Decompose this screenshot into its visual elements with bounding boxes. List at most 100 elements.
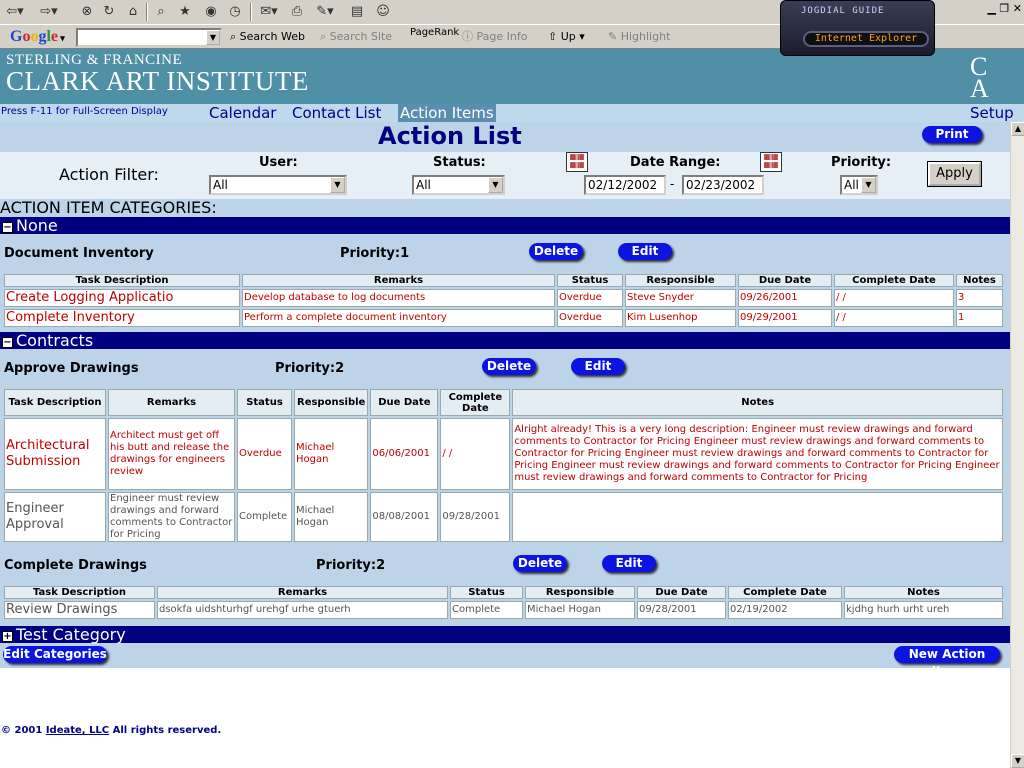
task-status: Complete: [237, 492, 292, 542]
table-row[interactable]: Complete Inventory Perform a complete do…: [4, 309, 1003, 327]
window-controls[interactable]: ▁ ❐ ✕: [987, 2, 1022, 15]
column-header: Status: [557, 274, 623, 287]
scroll-down-icon[interactable]: ▼: [1011, 754, 1024, 768]
apply-button[interactable]: Apply: [927, 161, 982, 187]
category-bar-none[interactable]: − None: [0, 217, 1010, 234]
google-search-input[interactable]: ▼: [76, 28, 222, 47]
group-name: Document Inventory: [4, 246, 154, 261]
print-icon[interactable]: ⎙: [288, 3, 306, 21]
search-web-button[interactable]: ⌕ Search Web: [230, 30, 305, 44]
task-description[interactable]: Complete Inventory: [4, 309, 240, 327]
task-remarks: Architect must get off his butt and rele…: [108, 418, 235, 490]
column-header: Remarks: [242, 274, 555, 287]
page-info-button[interactable]: ⓘ Page Info: [462, 30, 527, 44]
nav-calendar[interactable]: Calendar: [207, 104, 278, 122]
task-responsible: Michael Hogan: [525, 601, 635, 619]
nav-action-items[interactable]: Action Items: [398, 104, 496, 122]
company-link[interactable]: Ideate, LLC: [46, 725, 109, 736]
edit-categories-button[interactable]: Edit Categories: [3, 646, 107, 663]
task-complete-date: 02/19/2002: [728, 601, 842, 619]
category-bar-test[interactable]: + Test Category: [0, 626, 1010, 643]
priority-select[interactable]: All ▼: [840, 175, 878, 195]
category-bar-contracts[interactable]: − Contracts: [0, 332, 1010, 349]
calendar-from-icon[interactable]: ▦▦ ▦▦: [566, 152, 588, 172]
jogdial-value: Internet Explorer: [803, 31, 929, 47]
calendar-to-icon[interactable]: ▦▦ ▦▦: [760, 152, 782, 172]
table-row[interactable]: Architectural Submission Architect must …: [4, 418, 1003, 490]
jogdial-guide-widget[interactable]: JOGDIAL GUIDE Internet Explorer: [780, 0, 935, 56]
media-icon[interactable]: ◉: [202, 3, 220, 21]
user-label: User:: [259, 155, 298, 170]
collapse-icon[interactable]: −: [2, 337, 13, 348]
group-name: Approve Drawings: [4, 361, 139, 376]
page-title: Action List: [378, 122, 522, 150]
task-complete-date: / /: [834, 309, 954, 327]
delete-button[interactable]: Delete: [482, 358, 536, 375]
back-icon[interactable]: ⇦▾: [4, 3, 26, 21]
up-button[interactable]: ⇧ Up ▾: [548, 30, 585, 44]
chevron-down-icon[interactable]: ▼: [206, 30, 220, 45]
stop-icon[interactable]: ⊗: [78, 3, 96, 21]
column-header: Complete Date: [728, 586, 842, 599]
favorites-icon[interactable]: ★: [176, 3, 194, 21]
column-header: Responsible: [625, 274, 736, 287]
chevron-down-icon[interactable]: ▼: [861, 177, 876, 193]
column-header: Due Date: [738, 274, 832, 287]
task-description[interactable]: Architectural Submission: [4, 418, 106, 490]
new-action-item-button[interactable]: New Action Item: [894, 646, 1000, 678]
task-notes: 3: [956, 289, 1003, 307]
task-description[interactable]: Review Drawings: [4, 601, 155, 619]
forward-icon[interactable]: ⇨▾: [38, 3, 60, 21]
edit-button[interactable]: Edit: [571, 358, 625, 375]
task-table: Task Description Remarks Status Responsi…: [2, 387, 1005, 544]
history-icon[interactable]: ◷: [226, 3, 244, 21]
task-notes: [512, 492, 1003, 542]
nav-setup[interactable]: Setup: [968, 104, 1016, 122]
table-row[interactable]: Review Drawings dsokfa uidshturhgf urehg…: [4, 601, 1003, 619]
delete-button[interactable]: Delete: [529, 243, 583, 260]
priority-label: Priority:: [831, 155, 892, 170]
task-complete-date: / /: [440, 418, 511, 490]
nav-contact-list[interactable]: Contact List: [290, 104, 383, 122]
home-icon[interactable]: ⌂: [124, 3, 142, 21]
delete-button[interactable]: Delete: [513, 555, 567, 572]
user-select[interactable]: All ▼: [209, 175, 347, 195]
refresh-icon[interactable]: ↻: [100, 3, 118, 21]
jogdial-title: JOGDIAL GUIDE: [801, 6, 885, 16]
group-priority: Priority:1: [340, 246, 410, 261]
column-header: Complete Date: [440, 389, 511, 416]
collapse-icon[interactable]: −: [2, 222, 13, 233]
edit-icon[interactable]: ✎▾: [312, 3, 338, 21]
chevron-down-icon[interactable]: ▼: [330, 177, 345, 193]
task-description[interactable]: Engineer Approval: [4, 492, 106, 542]
task-notes: Alright already! This is a very long des…: [512, 418, 1003, 490]
task-status: Overdue: [557, 309, 623, 327]
task-description[interactable]: Create Logging Applicatio: [4, 289, 240, 307]
task-status: Overdue: [557, 289, 623, 307]
task-remarks: Engineer must review drawings and forwar…: [108, 492, 235, 542]
chevron-down-icon[interactable]: ▼: [488, 177, 503, 193]
scrollbar[interactable]: ▲ ▼: [1010, 122, 1024, 768]
google-logo[interactable]: Google ▾: [10, 28, 65, 46]
table-row[interactable]: Engineer Approval Engineer must review d…: [4, 492, 1003, 542]
search-icon[interactable]: ⌕: [152, 3, 170, 21]
task-notes: 1: [956, 309, 1003, 327]
search-site-button[interactable]: ⌕ Search Site: [320, 30, 392, 44]
discuss-icon[interactable]: ▤: [348, 3, 366, 21]
date-from-input[interactable]: 02/12/2002: [584, 175, 666, 195]
edit-button[interactable]: Edit: [618, 243, 672, 260]
edit-button[interactable]: Edit: [602, 555, 656, 572]
column-header: Due Date: [370, 389, 439, 416]
highlight-button[interactable]: ✎ Highlight: [608, 30, 670, 44]
date-to-input[interactable]: 02/23/2002: [682, 175, 764, 195]
table-row[interactable]: Create Logging Applicatio Develop databa…: [4, 289, 1003, 307]
task-remarks: Perform a complete document inventory: [242, 309, 555, 327]
expand-icon[interactable]: +: [2, 631, 13, 642]
scroll-up-icon[interactable]: ▲: [1011, 122, 1024, 136]
site-title: CLARK ART INSTITUTE: [6, 66, 309, 96]
task-due-date: 09/28/2001: [637, 601, 726, 619]
print-button[interactable]: Print: [922, 126, 982, 143]
mail-icon[interactable]: ✉▾: [256, 3, 282, 21]
status-select[interactable]: All ▼: [412, 175, 505, 195]
messenger-icon[interactable]: ☺: [374, 3, 392, 21]
